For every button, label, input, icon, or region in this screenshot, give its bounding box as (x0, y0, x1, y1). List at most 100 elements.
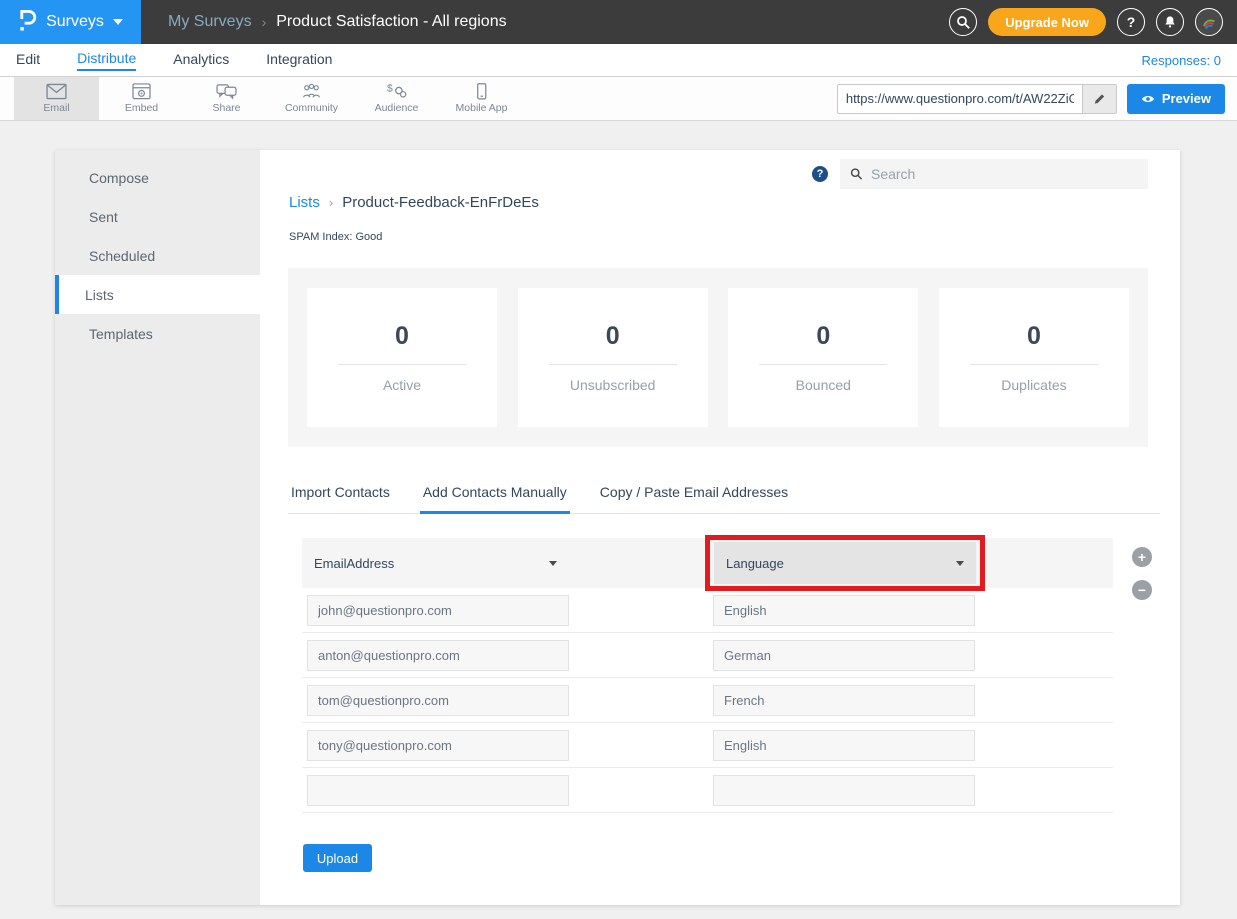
account-avatar[interactable] (1195, 8, 1223, 36)
survey-url-input[interactable] (838, 85, 1082, 113)
contextual-help-icon[interactable]: ? (812, 166, 828, 182)
list-search-box (840, 159, 1148, 189)
stat-card-active: 0 Active (307, 288, 497, 427)
distribute-toolbar: Email Embed Share Community (0, 76, 1237, 121)
bell-icon (1162, 14, 1178, 30)
language-input[interactable] (713, 640, 975, 671)
breadcrumb-lists-link[interactable]: Lists (289, 194, 320, 211)
app-switcher[interactable]: Surveys (0, 0, 141, 44)
breadcrumb-separator: › (329, 195, 333, 210)
email-input[interactable] (307, 640, 569, 671)
survey-url-field (837, 84, 1117, 114)
notifications-button[interactable] (1156, 8, 1184, 36)
help-button[interactable]: ? (1117, 8, 1145, 36)
app-menu-label: Surveys (46, 13, 104, 31)
add-column-button[interactable]: + (1132, 547, 1152, 567)
language-input[interactable] (713, 775, 975, 806)
survey-nav: Edit Distribute Analytics Integration Re… (0, 44, 1237, 76)
svg-text:$: $ (387, 84, 393, 95)
email-field-dropdown[interactable]: EmailAddress (307, 542, 569, 584)
preview-button[interactable]: Preview (1127, 84, 1225, 114)
toolbar-item-community[interactable]: Community (269, 77, 354, 120)
toolbar-item-email[interactable]: Email (14, 77, 99, 120)
tab-add-contacts-manually[interactable]: Add Contacts Manually (420, 476, 570, 514)
email-sidebar: Compose Sent Scheduled Lists Templates (55, 150, 260, 905)
edit-url-button[interactable] (1082, 85, 1116, 113)
audience-dollar-icon: $ (386, 83, 407, 100)
contact-tabs: Import Contacts Add Contacts Manually Co… (288, 476, 1160, 514)
top-bar: Surveys My Surveys › Product Satisfactio… (0, 0, 1237, 44)
email-input[interactable] (307, 595, 569, 626)
list-search-input[interactable] (871, 166, 1138, 182)
language-input[interactable] (713, 730, 975, 761)
contact-row (302, 723, 1113, 768)
stat-label: Duplicates (1001, 377, 1066, 393)
search-button[interactable] (949, 8, 977, 36)
nav-tab-analytics[interactable]: Analytics (173, 51, 229, 70)
list-breadcrumb: Lists › Product-Feedback-EnFrDeEs (289, 194, 539, 211)
sidebar-item-lists[interactable]: Lists (55, 275, 260, 314)
divider (970, 364, 1098, 365)
remove-column-button[interactable]: − (1132, 580, 1152, 600)
stat-label: Unsubscribed (570, 377, 656, 393)
questionpro-logo-icon (18, 7, 37, 37)
divider (549, 364, 677, 365)
stat-card-duplicates: 0 Duplicates (939, 288, 1129, 427)
contact-row (302, 678, 1113, 723)
stat-label: Active (383, 377, 421, 393)
lists-panel: Compose Sent Scheduled Lists Templates ?… (55, 150, 1180, 905)
chevron-down-icon (113, 19, 123, 25)
embed-window-icon (132, 83, 151, 100)
sidebar-item-scheduled[interactable]: Scheduled (55, 236, 260, 275)
sidebar-item-templates[interactable]: Templates (55, 314, 260, 353)
divider (338, 364, 466, 365)
spam-index: SPAM Index: Good (289, 231, 382, 243)
pencil-icon (1093, 92, 1106, 105)
toolbar-item-audience[interactable]: $ Audience (354, 77, 439, 120)
stat-value: 0 (816, 322, 830, 351)
nav-tab-edit[interactable]: Edit (16, 51, 40, 70)
nav-tab-distribute[interactable]: Distribute (77, 50, 136, 71)
eye-icon (1141, 94, 1155, 104)
list-stats: 0 Active 0 Unsubscribed 0 Bounced 0 Dupl… (288, 268, 1148, 447)
survey-breadcrumb: My Surveys › Product Satisfaction - All … (168, 13, 507, 31)
mapping-header-row: EmailAddress Language (302, 538, 1113, 588)
tab-copy-paste-email-addresses[interactable]: Copy / Paste Email Addresses (597, 476, 791, 514)
spam-index-value: Good (355, 231, 382, 243)
breadcrumb-current-survey: Product Satisfaction - All regions (276, 13, 506, 31)
email-input[interactable] (307, 730, 569, 761)
search-icon (850, 167, 863, 181)
breadcrumb-current-list: Product-Feedback-EnFrDeEs (342, 194, 539, 211)
annotation-highlight-box: Language (705, 535, 985, 591)
tab-import-contacts[interactable]: Import Contacts (288, 476, 393, 514)
contact-row (302, 768, 1113, 813)
spam-index-label: SPAM Index: (289, 231, 352, 243)
share-bubbles-icon (216, 83, 237, 100)
breadcrumb-separator: › (262, 14, 267, 30)
stat-label: Bounced (796, 377, 851, 393)
toolbar-item-mobile-app[interactable]: Mobile App (439, 77, 524, 120)
language-field-dropdown[interactable]: Language (714, 542, 976, 584)
avatar-arc-icon (1200, 13, 1218, 31)
stat-value: 0 (395, 322, 409, 351)
toolbar-item-embed[interactable]: Embed (99, 77, 184, 120)
search-icon (956, 15, 971, 30)
contact-mapping-table: EmailAddress Language (302, 538, 1113, 813)
language-input[interactable] (713, 595, 975, 626)
upload-button[interactable]: Upload (303, 844, 372, 872)
sidebar-item-sent[interactable]: Sent (55, 197, 260, 236)
responses-count[interactable]: Responses: 0 (1142, 53, 1222, 68)
stat-value: 0 (1027, 322, 1041, 351)
breadcrumb-my-surveys[interactable]: My Surveys (168, 13, 252, 31)
email-input[interactable] (307, 685, 569, 716)
sidebar-item-compose[interactable]: Compose (55, 158, 260, 197)
nav-tab-integration[interactable]: Integration (266, 51, 332, 70)
upgrade-now-button[interactable]: Upgrade Now (988, 8, 1106, 36)
toolbar-item-share[interactable]: Share (184, 77, 269, 120)
stat-card-unsubscribed: 0 Unsubscribed (518, 288, 708, 427)
contact-row (302, 588, 1113, 633)
community-people-icon (301, 83, 322, 100)
language-input[interactable] (713, 685, 975, 716)
divider (759, 364, 887, 365)
email-input[interactable] (307, 775, 569, 806)
